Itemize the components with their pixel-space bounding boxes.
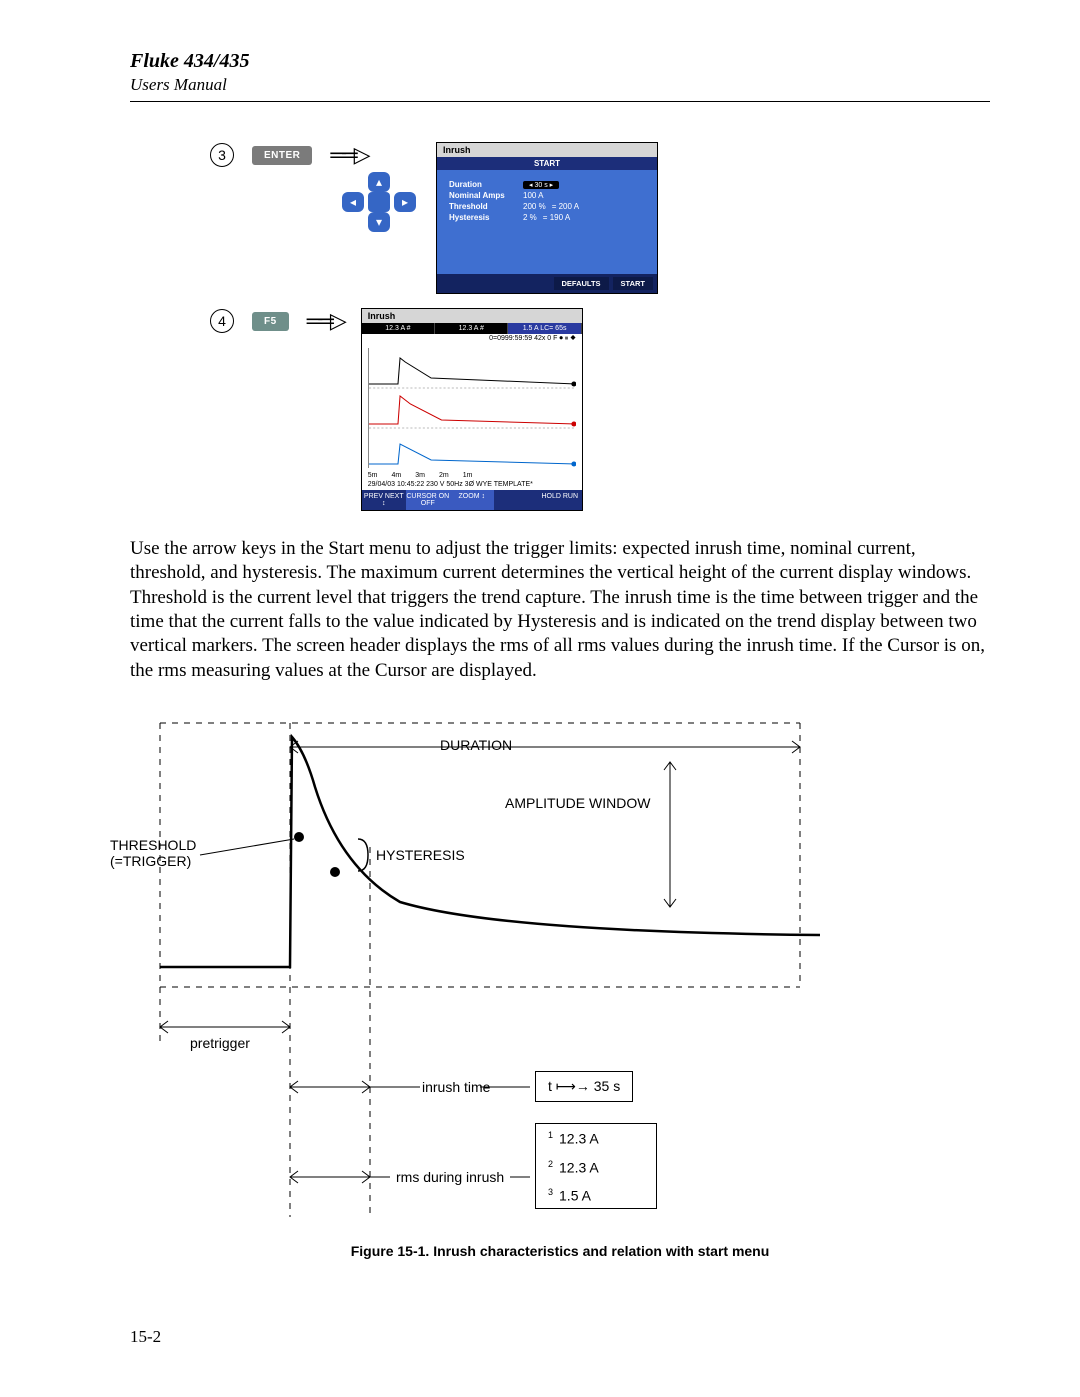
hysteresis-label: Hysteresis bbox=[449, 213, 517, 222]
figure-15-1: DURATION AMPLITUDE WINDOW THRESHOLD (=TR… bbox=[140, 707, 820, 1237]
t-readout-box: t ⟼→ 35 s bbox=[535, 1071, 633, 1102]
screen2-tab1: 12.3 A # bbox=[362, 323, 435, 334]
start-softkey: START bbox=[613, 277, 653, 290]
step-4-badge: 4 bbox=[210, 309, 234, 333]
duration-label: DURATION bbox=[440, 737, 512, 753]
duration-value: ◂ 30 s ▸ bbox=[523, 181, 559, 189]
r1-sup: 1 bbox=[548, 1130, 553, 1140]
hysteresis-text-label: HYSTERESIS bbox=[376, 847, 465, 863]
doc-title: Fluke 434/435 bbox=[130, 50, 990, 73]
threshold-trigger-label: THRESHOLD (=TRIGGER) bbox=[110, 837, 196, 869]
threshold-label: Threshold bbox=[449, 202, 517, 211]
dpad-up-icon: ▴ bbox=[368, 172, 390, 192]
enter-key: ENTER bbox=[252, 146, 312, 165]
screen2-title: Inrush bbox=[362, 309, 582, 323]
nominal-value: 100 A bbox=[523, 191, 543, 200]
r1-val: 12.3 A bbox=[559, 1131, 599, 1147]
r2-sup: 2 bbox=[548, 1159, 553, 1169]
doc-subtitle: Users Manual bbox=[130, 75, 990, 95]
hysteresis-value: 2 % bbox=[523, 213, 537, 222]
threshold-eq: = 200 A bbox=[552, 202, 579, 211]
body-paragraph: Use the arrow keys in the Start menu to … bbox=[130, 537, 990, 683]
amplitude-window-label: AMPLITUDE WINDOW bbox=[505, 795, 650, 811]
step-4-row: 4 F5 ══▷ Inrush 12.3 A # 12.3 A # 1.5 A … bbox=[210, 308, 990, 511]
axis-2m: 2m bbox=[439, 472, 449, 479]
arrow-icon: ══▷ bbox=[307, 308, 343, 334]
nominal-label: Nominal Amps bbox=[449, 191, 517, 200]
softkey-blank bbox=[494, 490, 538, 510]
rms-during-inrush-label: rms during inrush bbox=[396, 1169, 504, 1185]
softkey-hold: HOLD RUN bbox=[538, 490, 582, 510]
dpad-down-icon: ▾ bbox=[368, 212, 390, 232]
figure-caption: Figure 15-1. Inrush characteristics and … bbox=[130, 1243, 990, 1259]
hysteresis-eq: = 190 A bbox=[543, 213, 570, 222]
dpad-left-icon: ◂ bbox=[342, 192, 364, 212]
inrush-trend-screen: Inrush 12.3 A # 12.3 A # 1.5 A LC= 65s 0… bbox=[361, 308, 583, 511]
axis-4m: 4m bbox=[392, 472, 402, 479]
page-number: 15-2 bbox=[130, 1327, 161, 1347]
rms-readout-box: 1 12.3 A 2 12.3 A 3 1.5 A bbox=[535, 1123, 657, 1209]
header-rule bbox=[130, 101, 990, 102]
screen1-title: Inrush bbox=[437, 143, 657, 157]
arrow-icon: ══▷ bbox=[330, 142, 366, 168]
screen1-bar: START bbox=[437, 157, 657, 170]
defaults-softkey: DEFAULTS bbox=[554, 277, 609, 290]
inrush-start-screen: Inrush START Duration ◂ 30 s ▸ Nominal Am… bbox=[436, 142, 658, 294]
axis-5m: 5m bbox=[368, 472, 378, 479]
f5-key: F5 bbox=[252, 312, 289, 331]
r3-sup: 3 bbox=[548, 1187, 553, 1197]
pretrigger-label: pretrigger bbox=[190, 1035, 250, 1051]
r3-val: 1.5 A bbox=[559, 1188, 591, 1204]
softkey-zoom: ZOOM ↕ bbox=[450, 490, 494, 510]
softkey-cursor: CURSOR ON OFF bbox=[406, 490, 450, 510]
step-3-row: 3 ENTER ══▷ ▴ ▾ ◂ ▸ Inrush START Duratio… bbox=[210, 142, 990, 294]
softkey-prev-next: PREV NEXT ↕ bbox=[362, 490, 406, 510]
screen2-tab2: 12.3 A # bbox=[435, 323, 508, 334]
screen2-tab3: 1.5 A LC= 65s bbox=[508, 323, 581, 334]
duration-label: Duration bbox=[449, 180, 517, 189]
step-3-badge: 3 bbox=[210, 143, 234, 167]
axis-3m: 3m bbox=[415, 472, 425, 479]
screen2-sub: 0=0999:59:59 42x 0 F ⏺ ⏸ ◆ bbox=[362, 334, 582, 344]
axis-1m: 1m bbox=[463, 472, 473, 479]
screen2-plot bbox=[368, 348, 576, 468]
dpad-icon: ▴ ▾ ◂ ▸ bbox=[340, 172, 418, 232]
inrush-time-label: inrush time bbox=[422, 1079, 490, 1095]
dpad-right-icon: ▸ bbox=[394, 192, 416, 212]
r2-val: 12.3 A bbox=[559, 1159, 599, 1175]
threshold-value: 200 % bbox=[523, 202, 546, 211]
screen2-status: 29/04/03 10:45:22 230 V 50Hz 3Ø WYE TEMP… bbox=[362, 481, 582, 490]
